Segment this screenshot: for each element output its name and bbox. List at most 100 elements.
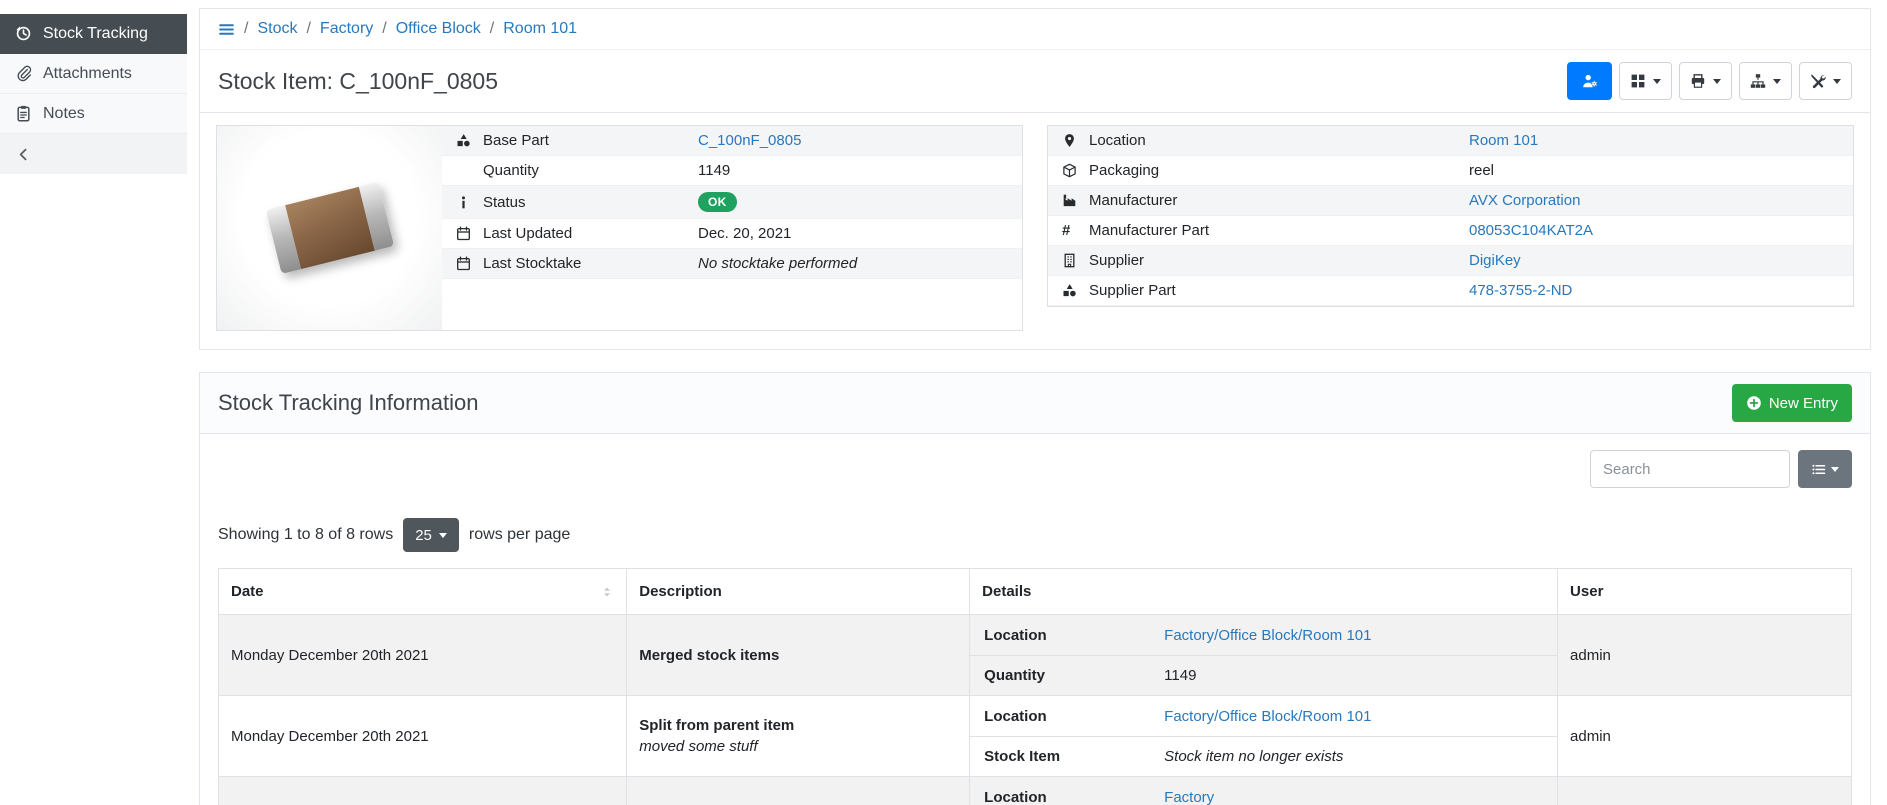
pagination-summary: Showing 1 to 8 of 8 rows [218, 526, 393, 544]
info-row-manufacturer-part: # Manufacturer Part 08053C104KAT2A [1048, 216, 1853, 246]
pagination-info: Showing 1 to 8 of 8 rows 25 rows per pag… [218, 518, 1852, 552]
page-size-value: 25 [415, 527, 432, 544]
calendar-icon [456, 226, 471, 241]
capacitor-image [265, 182, 394, 274]
supplier-part-link[interactable]: 478-3755-2-ND [1469, 282, 1572, 299]
caret-down-icon [1831, 467, 1839, 472]
detail-location-link[interactable]: Factory/Office Block/Room 101 [1164, 708, 1371, 725]
page-size-dropdown-button[interactable]: 25 [403, 518, 459, 552]
info-row-last-updated: Last Updated Dec. 20, 2021 [442, 219, 1022, 249]
row-details: Location Factory/Office Block/Room 101 S… [970, 696, 1558, 777]
hash-icon: # [1062, 222, 1070, 239]
detail-row: Location Factory [970, 777, 1557, 805]
user-cog-icon [1582, 73, 1598, 89]
clipboard-icon [15, 105, 32, 122]
printer-icon [1690, 73, 1706, 89]
breadcrumb-link-stock[interactable]: Stock [257, 20, 297, 38]
sidebar-item-attachments[interactable]: Attachments [0, 54, 187, 94]
detail-location-link[interactable]: Factory/Office Block/Room 101 [1164, 627, 1371, 644]
breadcrumb-link-office-block[interactable]: Office Block [396, 20, 481, 38]
info-row-supplier: Supplier DigiKey [1048, 246, 1853, 276]
supplier-link[interactable]: DigiKey [1469, 252, 1521, 269]
stock-summary-table: Base Part C_100nF_0805 Quantity 1149 Sta… [442, 126, 1022, 279]
detail-label: Location [984, 627, 1164, 644]
shapes-icon [456, 133, 471, 148]
row-details: Location Factory Stock Item Stock item n… [970, 777, 1558, 805]
stock-info-panels: Base Part C_100nF_0805 Quantity 1149 Sta… [200, 113, 1870, 349]
stock-attributes-panel: Location Room 101 Packaging reel Manufac… [1047, 125, 1854, 307]
stock-tracking-header: Stock Tracking Information New Entry [200, 373, 1870, 434]
row-description: Split from parent item [639, 717, 957, 734]
base-part-link[interactable]: C_100nF_0805 [698, 132, 801, 149]
paperclip-icon [15, 65, 32, 82]
quantity-value: 1149 [688, 156, 1022, 186]
info-label: Last Stocktake [473, 249, 688, 279]
caret-down-icon [1653, 79, 1661, 84]
status-badge: OK [698, 192, 737, 212]
info-row-manufacturer: Manufacturer AVX Corporation [1048, 186, 1853, 216]
breadcrumb-link-factory[interactable]: Factory [320, 20, 373, 38]
info-label: Manufacturer Part [1079, 216, 1459, 246]
manufacturer-link[interactable]: AVX Corporation [1469, 192, 1580, 209]
sidebar-item-stock-tracking[interactable]: Stock Tracking [0, 14, 187, 54]
tools-dropdown-button[interactable] [1799, 62, 1852, 100]
row-date: Monday December 20th 2021 [219, 615, 627, 696]
breadcrumb-separator: / [306, 20, 310, 38]
detail-row: Quantity 1149 [970, 655, 1557, 695]
info-label: Status [473, 186, 688, 219]
manufacturer-part-link[interactable]: 08053C104KAT2A [1469, 222, 1593, 239]
chevron-left-icon [16, 147, 31, 162]
row-date: Monday December 20th 2021 [219, 696, 627, 777]
sidebar-collapse-button[interactable] [0, 134, 187, 174]
map-marker-icon [1062, 133, 1077, 148]
grid-icon [1630, 73, 1646, 89]
detail-label: Stock Item [984, 748, 1164, 765]
info-row-location: Location Room 101 [1048, 126, 1853, 156]
tracking-table: Date Description Details User [218, 568, 1852, 805]
detail-location-link[interactable]: Factory [1164, 789, 1214, 805]
info-row-base-part: Base Part C_100nF_0805 [442, 126, 1022, 156]
caret-down-icon [439, 533, 447, 538]
stock-ownership-button[interactable] [1567, 62, 1612, 100]
table-header-row: Date Description Details User [219, 569, 1852, 615]
sidebar-item-notes[interactable]: Notes [0, 94, 187, 134]
sidebar-item-label: Attachments [43, 65, 132, 83]
detail-label: Quantity [984, 667, 1164, 684]
caret-down-icon [1833, 79, 1841, 84]
print-actions-dropdown-button[interactable] [1679, 62, 1732, 100]
column-header-details: Details [970, 569, 1558, 615]
display-options-dropdown-button[interactable] [1619, 62, 1672, 100]
row-details: Location Factory/Office Block/Room 101 Q… [970, 615, 1558, 696]
info-row-supplier-part: Supplier Part 478-3755-2-ND [1048, 276, 1853, 306]
caret-down-icon [1713, 79, 1721, 84]
stock-attributes-table: Location Room 101 Packaging reel Manufac… [1048, 126, 1853, 306]
column-select-dropdown-button[interactable] [1798, 450, 1852, 488]
calendar-icon [456, 256, 471, 271]
sitemap-icon [1750, 73, 1766, 89]
stock-actions-dropdown-button[interactable] [1739, 62, 1792, 100]
stock-tracking-card: Stock Tracking Information New Entry [199, 372, 1871, 805]
info-label: Manufacturer [1079, 186, 1459, 216]
info-label: Last Updated [473, 219, 688, 249]
section-title: Stock Tracking Information [218, 390, 478, 416]
stock-item-card: / Stock / Factory / Office Block / Room … [199, 8, 1871, 350]
table-row: Monday December 20th 2021 Merged stock i… [219, 615, 1852, 696]
detail-label: Location [984, 789, 1164, 805]
info-icon [456, 195, 471, 210]
table-row: Monday December 20th 2021 Split from par… [219, 696, 1852, 777]
toolbar [1567, 62, 1852, 100]
search-input[interactable] [1590, 450, 1790, 488]
page: Stock Tracking Attachments Notes [0, 0, 1887, 805]
info-label: Location [1079, 126, 1459, 156]
plus-circle-icon [1746, 395, 1762, 411]
new-entry-label: New Entry [1769, 395, 1838, 412]
column-header-date[interactable]: Date [219, 569, 627, 615]
hamburger-icon[interactable] [218, 21, 235, 38]
location-link[interactable]: Room 101 [1469, 132, 1538, 149]
detail-row: Location Factory/Office Block/Room 101 [970, 696, 1557, 736]
part-thumbnail[interactable] [217, 126, 442, 330]
info-label: Packaging [1079, 156, 1459, 186]
stock-tracking-body: Showing 1 to 8 of 8 rows 25 rows per pag… [200, 434, 1870, 805]
breadcrumb-link-room-101[interactable]: Room 101 [503, 20, 577, 38]
new-entry-button[interactable]: New Entry [1732, 384, 1852, 422]
